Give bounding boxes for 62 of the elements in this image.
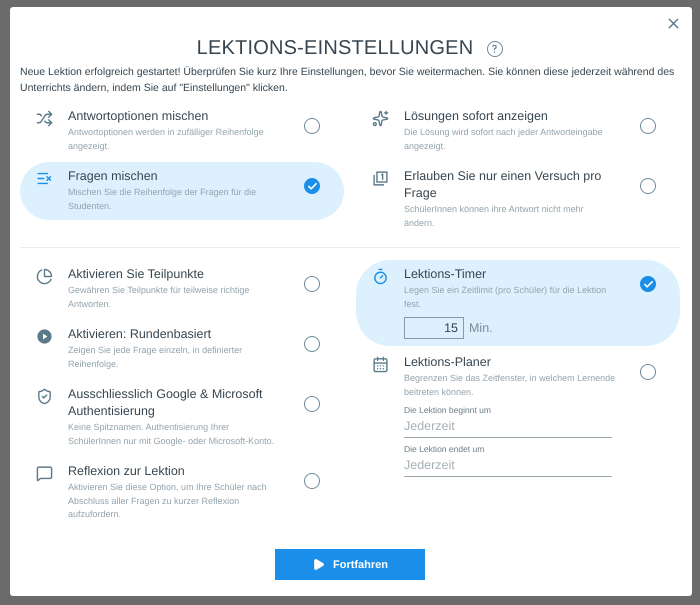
option-description: Die Lösung wird sofort nach jeder Antworteingabe angezeigt. — [404, 126, 604, 153]
option-toggle[interactable] — [640, 364, 656, 380]
option-toggle[interactable] — [304, 178, 320, 194]
option-title: Aktivieren Sie Teilpunkte — [68, 266, 205, 283]
shield-check-icon — [36, 388, 52, 405]
option-row[interactable]: Fragen mischen Mischen Sie die Reihenfolge der Fragen für die Studenten. — [20, 162, 344, 220]
unit-label: Min. — [469, 321, 493, 335]
option-toggle[interactable] — [304, 276, 320, 292]
pie-chart-icon — [36, 268, 52, 285]
play-circle-icon — [36, 328, 52, 345]
option-title: Ausschliesslich Google & Microsoft Authentisierung — [68, 386, 264, 420]
option-toggle[interactable] — [304, 118, 320, 134]
option-row[interactable]: Lektions-Timer Legen Sie ein Zeitlimit (pro Schüler) für die Lektion fest. 15 Min. — [356, 260, 680, 346]
option-description: Keine Spitznamen. Authentisierung Ihrer SchülerInnen nur mit Google- oder Microsoft-Konto. — [68, 421, 276, 448]
shuffle-icon — [36, 110, 52, 127]
numbered-stack-icon — [372, 170, 388, 187]
option-description: SchülerInnen können ihre Antwort nicht mehr ändern. — [404, 203, 585, 230]
stopwatch-icon — [372, 268, 388, 285]
intro-text: Neue Lektion erfolgreich gestartet! Überprüfen Sie kurz Ihre Einstellungen, bevor Sie weitermachen. Sie können diese jederzeit während des Unterrichts ändern, indem Sie auf "Einstellungen" klicken. — [20, 65, 676, 96]
option-title: Erlauben Sie nur einen Versuch pro Frage — [404, 168, 602, 202]
option-title: Reflexion zur Lektion — [68, 463, 186, 480]
time-field[interactable]: Jederzeit — [404, 415, 612, 438]
option-title: Lektions-Planer — [404, 354, 492, 371]
calendar-icon — [372, 356, 388, 373]
time-field[interactable]: Jederzeit — [404, 454, 612, 477]
option-toggle[interactable] — [304, 396, 320, 412]
help-icon[interactable] — [487, 40, 504, 56]
dialog-title: LEKTIONS-EINSTELLUNGEN — [196, 37, 474, 60]
field-label: Die Lektion endet um — [404, 444, 486, 454]
minutes-field[interactable]: 15 — [404, 317, 464, 339]
option-title: Lektions-Timer — [404, 266, 488, 283]
option-toggle[interactable] — [640, 178, 656, 194]
option-row[interactable]: Aktivieren: Rundenbasiert Zeigen Sie jede Frage einzeln, in definierter Reihenfolge. — [20, 320, 344, 378]
sparkles-icon — [372, 110, 388, 127]
play-icon — [312, 558, 325, 571]
option-toggle[interactable] — [304, 473, 320, 489]
check-icon — [642, 278, 654, 290]
option-toggle[interactable] — [640, 276, 656, 292]
check-icon — [306, 180, 318, 192]
option-row[interactable]: Antwortoptionen mischen Antwortoptionen werden in zufälliger Reihenfolge angezeigt. — [20, 102, 344, 160]
option-row[interactable]: Aktivieren Sie Teilpunkte Gewähren Sie Teilpunkte für teilweise richtige Antworten. — [20, 260, 344, 318]
option-title: Antwortoptionen mischen — [68, 108, 210, 125]
option-description: Aktivieren Sie diese Option, um Ihre Schüler nach Abschluss aller Fragen zu kurzer Reflexion aufzufordern. — [68, 481, 268, 521]
option-title: Aktivieren: Rundenbasiert — [68, 326, 212, 343]
list-remove-icon — [36, 170, 52, 187]
option-description: Mischen Sie die Reihenfolge der Fragen für die Studenten. — [68, 186, 258, 212]
option-description: Gewähren Sie Teilpunkte für teilweise richtige Antworten. — [68, 284, 250, 310]
message-icon — [36, 465, 52, 482]
option-toggle[interactable] — [640, 118, 656, 134]
option-title: Fragen mischen — [68, 168, 159, 185]
option-row[interactable]: Reflexion zur Lektion Aktivieren Sie diese Option, um Ihre Schüler nach Abschluss aller Fragen zu kurzer Reflexion aufzufordern. — [20, 457, 344, 528]
option-description: Legen Sie ein Zeitlimit (pro Schüler) für die Lektion fest. — [404, 284, 608, 310]
option-row[interactable]: Ausschliesslich Google & Microsoft Authentisierung Keine Spitznamen. Authentisierung Ihrer SchülerInnen nur mit Google- oder Microsoft-Konto. — [20, 380, 344, 455]
field-label: Die Lektion beginnt um — [404, 405, 492, 415]
option-row[interactable]: Erlauben Sie nur einen Versuch pro Frage SchülerInnen können ihre Antwort nicht mehr ändern. — [356, 162, 680, 237]
option-description: Zeigen Sie jede Frage einzeln, in definierter Reihenfolge. — [68, 344, 244, 371]
option-row[interactable]: Lektions-Planer Begrenzen Sie das Zeitfenster, in welchem Lernende beitreten können. Die Lektion beginnt um Jederzeit Die Lektion endet um Jederzeit — [356, 348, 680, 484]
option-toggle[interactable] — [304, 336, 320, 352]
option-row[interactable]: Lösungen sofort anzeigen Die Lösung wird sofort nach jeder Antworteingabe angezeigt. — [356, 102, 680, 160]
option-description: Begrenzen Sie das Zeitfenster, in welchem Lernende beitreten können. — [404, 372, 616, 398]
option-description: Antwortoptionen werden in zufälliger Reihenfolge angezeigt. — [68, 126, 265, 153]
option-title: Lösungen sofort anzeigen — [404, 108, 549, 125]
